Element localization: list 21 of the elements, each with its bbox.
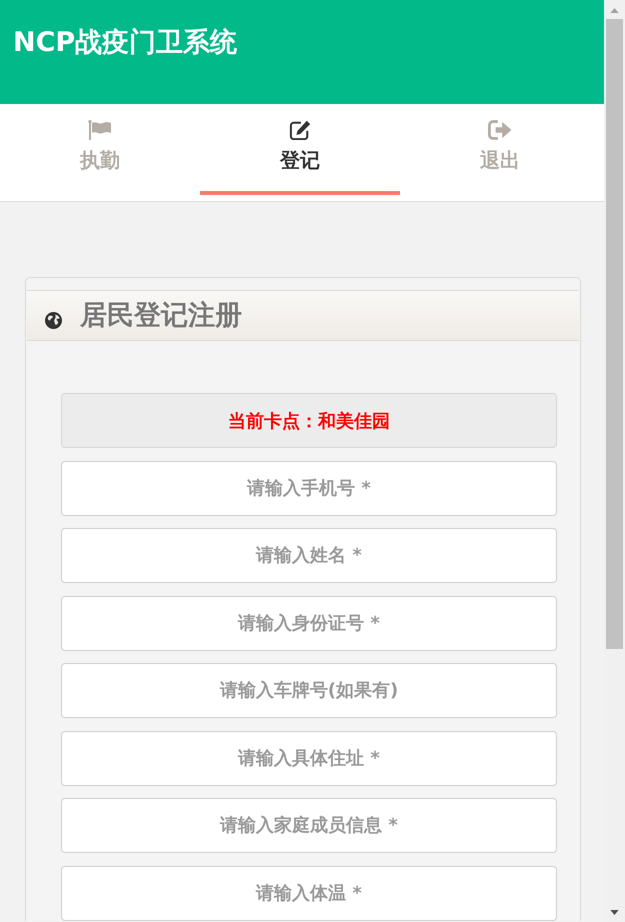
- input-field[interactable]: 请输入具体住址 *: [61, 730, 557, 786]
- input-field[interactable]: 请输入手机号 *: [61, 460, 557, 516]
- globe-icon: [45, 312, 62, 329]
- app-title: NCP战疫门卫系统: [13, 26, 238, 60]
- tab[interactable]: 登记: [200, 104, 400, 195]
- input-field[interactable]: 请输入姓名 *: [61, 528, 557, 583]
- input-field[interactable]: 请输入体温 *: [61, 866, 557, 920]
- scroll-down-icon[interactable]: [610, 910, 619, 915]
- scrollbar-thumb[interactable]: [606, 19, 623, 649]
- checkpoint-field: 当前卡点：和美佳园: [61, 393, 557, 448]
- input-field[interactable]: 请输入车牌号(如果有): [61, 663, 557, 718]
- tab[interactable]: 退出: [400, 104, 600, 195]
- flag-icon: [88, 120, 112, 140]
- edit-icon: [288, 120, 312, 140]
- tab[interactable]: 执勤: [0, 104, 200, 195]
- form-title: 居民登记注册: [80, 298, 242, 332]
- scroll-up-icon[interactable]: [610, 8, 619, 13]
- input-field[interactable]: 请输入家庭成员信息 *: [61, 798, 557, 853]
- scrollbar[interactable]: [604, 0, 625, 922]
- sign-out-icon: [488, 120, 512, 140]
- input-field[interactable]: 请输入身份证号 *: [61, 596, 557, 650]
